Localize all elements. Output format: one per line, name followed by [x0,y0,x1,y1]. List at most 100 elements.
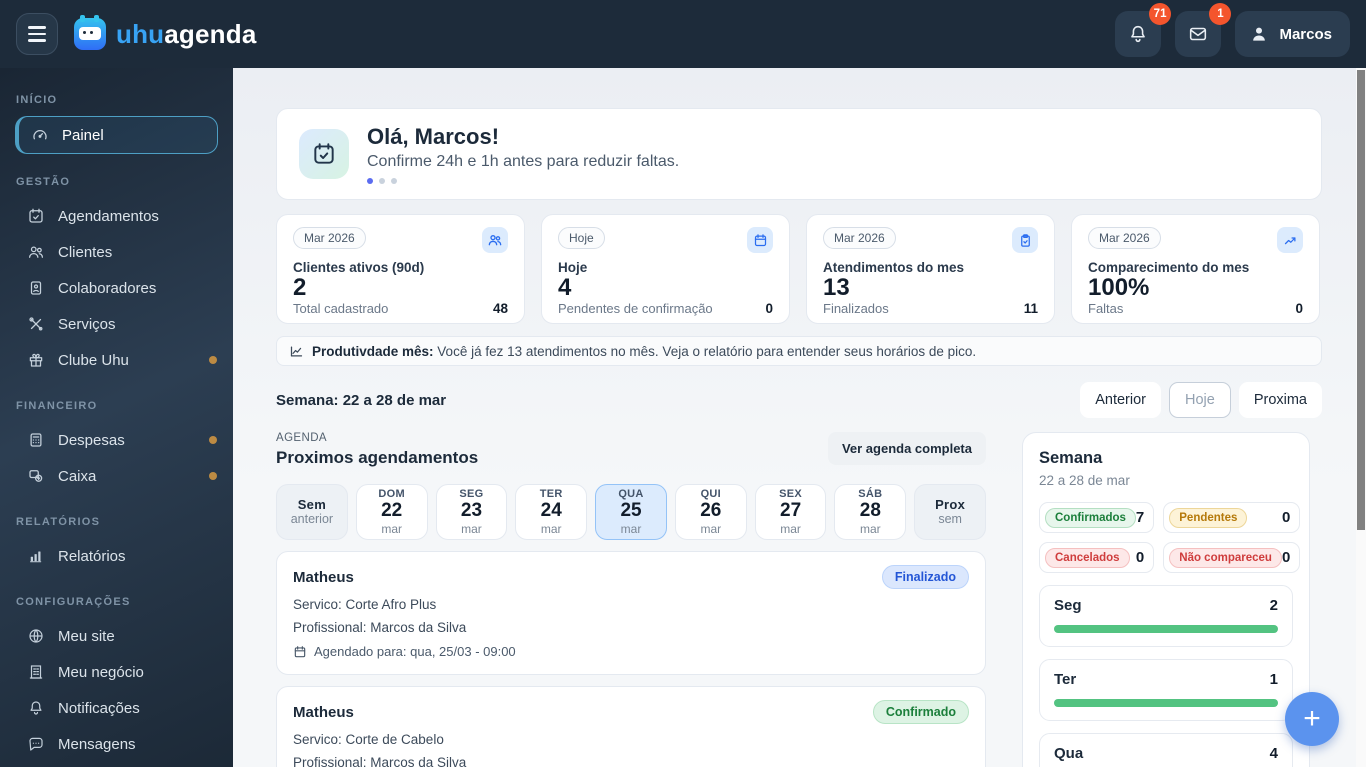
chat-icon [27,735,45,753]
client-name: Matheus [293,703,354,721]
week-range-title: Semana: 22 a 28 de mar [276,391,447,409]
stat-pendentes: Pendentes 0 [1163,502,1301,533]
bell-icon [1127,23,1149,45]
period-badge: Mar 2026 [1088,227,1161,249]
next-week-button[interactable]: Proxima [1238,382,1322,418]
app-logo-icon [74,15,106,50]
sidebar-item-painel[interactable]: Painel [15,116,218,154]
nao-compareceu-count: 0 [1281,549,1291,566]
confirmados-pill: Confirmados [1045,507,1136,528]
stat-footer-value: 0 [765,301,773,317]
gift-icon [27,351,45,369]
stat-footer-value: 0 [1295,301,1303,317]
sidebar-item-agendamentos[interactable]: Agendamentos [0,198,233,234]
sidebar-item-despesas[interactable]: Despesas [0,422,233,458]
stat-value: 4 [558,274,572,301]
confirmados-count: 7 [1135,509,1145,526]
messages-button[interactable]: 1 [1175,3,1232,57]
stat-footer-label: Faltas [1088,301,1124,317]
notification-dot [209,356,217,364]
day-pill-qua-25-selected[interactable]: QUA 25 mar [595,484,667,540]
carousel-dots[interactable] [367,178,679,184]
stat-title: Hoje [558,260,588,275]
sidebar-item-caixa[interactable]: Caixa [0,458,233,494]
scheduled-time: Agendado para: qua, 25/03 - 09:00 [314,644,516,659]
sidebar-section-gestao: GESTÃO [16,176,71,188]
sidebar-item-label: Despesas [58,431,125,449]
day-pill-prev-week[interactable]: Sem anterior [276,484,348,540]
week-nav-row: Semana: 22 a 28 de mar Anterior Hoje Pro… [276,382,1322,418]
people-icon [482,227,508,253]
appointment-card[interactable]: Matheus Finalizado Servico: Corte Afro P… [276,551,986,675]
day-pill-seg-23[interactable]: SEG 23 mar [435,484,508,540]
stat-value: 2 [293,274,307,301]
stat-card-comparecimento[interactable]: Mar 2026 Comparecimento do mes 100% Falt… [1071,214,1320,324]
sidebar-item-clientes[interactable]: Clientes [0,234,233,270]
sidebar-item-meu-site[interactable]: Meu site [0,618,233,654]
cancelados-count: 0 [1135,549,1145,566]
stat-value: 13 [823,274,850,301]
sidebar-item-label: Caixa [58,467,97,485]
cash-register-icon [27,467,45,485]
clipboard-icon [1012,227,1038,253]
stat-title: Atendimentos do mes [823,260,965,275]
page-scrollbar[interactable] [1356,68,1366,767]
brand-primary: uhu [116,18,165,49]
view-full-agenda-button[interactable]: Ver agenda completa [827,432,986,465]
cancelados-pill: Cancelados [1045,547,1130,568]
notifications-badge: 71 [1148,3,1172,25]
day-pill-ter-24[interactable]: TER 24 mar [515,484,588,540]
brand-secondary: agenda [164,18,257,49]
sidebar-item-meu-negocio[interactable]: Meu negócio [0,654,233,690]
day-pill-dom-22[interactable]: DOM 22 mar [355,484,428,540]
id-badge-icon [27,279,45,297]
sidebar-item-label: Notificações [58,699,140,717]
professional-line: Profissional: Marcos da Silva [293,620,467,635]
scrollbar-thumb[interactable] [1357,70,1365,530]
envelope-icon [1187,23,1209,45]
sidebar-item-label: Painel [62,126,104,144]
sidebar-item-relatorios[interactable]: Relatórios [0,538,233,574]
day-pill-next-week[interactable]: Prox sem [914,484,987,540]
banner-text: Você já fez 13 atendimentos no mês. Veja… [437,343,977,359]
sidebar-item-clube-uhu[interactable]: Clube Uhu [0,342,233,378]
stat-card-hoje[interactable]: Hoje Hoje 4 Pendentes de confirmação 0 [541,214,790,324]
sidebar-item-label: Serviços [58,315,116,333]
user-menu-button[interactable]: Marcos [1235,11,1350,57]
professional-line: Profissional: Marcos da Silva [293,755,467,767]
week-summary-panel: Semana 22 a 28 de mar Confirmados 7 Pend… [1022,432,1310,767]
sidebar-section-financeiro: FINANCEIRO [16,400,98,412]
appointment-card[interactable]: Matheus Confirmado Servico: Corte de Cab… [276,686,986,767]
sidebar-item-mensagens[interactable]: Mensagens [0,726,233,762]
menu-toggle-button[interactable] [16,13,58,55]
sidebar-item-colaboradores[interactable]: Colaboradores [0,270,233,306]
add-appointment-fab[interactable]: + [1285,692,1339,746]
stat-card-atendimentos[interactable]: Mar 2026 Atendimentos do mes 13 Finaliza… [806,214,1055,324]
notification-dot [209,436,217,444]
stat-title: Clientes ativos (90d) [293,260,425,275]
greeting-subtitle: Confirme 24h e 1h antes para reduzir fal… [367,153,680,170]
notifications-button[interactable]: 71 [1115,3,1172,57]
period-badge: Mar 2026 [293,227,366,249]
sidebar-item-notificacoes[interactable]: Notificações [0,690,233,726]
today-button[interactable]: Hoje [1168,382,1231,418]
progress-bar [1054,625,1278,633]
day-pill-sab-28[interactable]: SÁB 28 mar [834,484,907,540]
day-pill-sex-27[interactable]: SEX 27 mar [754,484,827,540]
sidebar-section-configuracoes: CONFIGURAÇÕES [16,596,131,608]
previous-week-button[interactable]: Anterior [1080,382,1161,418]
client-name: Matheus [293,568,354,586]
sidebar-item-servicos[interactable]: Serviços [0,306,233,342]
line-chart-icon [289,344,304,359]
trend-icon [1277,227,1303,253]
building-icon [27,663,45,681]
service-line: Servico: Corte de Cabelo [293,732,444,747]
day-progress-seg: Seg 2 [1039,585,1293,647]
calendar-icon [747,227,773,253]
day-pill-qui-26[interactable]: QUI 26 mar [674,484,747,540]
stat-card-clientes-ativos[interactable]: Mar 2026 Clientes ativos (90d) 2 Total c… [276,214,525,324]
banner-label: Produtivdade mês: [312,343,434,359]
period-badge: Mar 2026 [823,227,896,249]
status-badge: Finalizado [881,565,969,589]
stat-cards-row: Mar 2026 Clientes ativos (90d) 2 Total c… [276,214,1322,324]
